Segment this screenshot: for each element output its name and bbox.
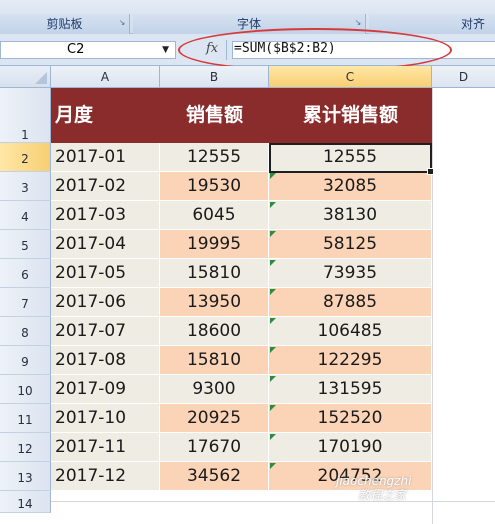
fill-handle[interactable] bbox=[427, 168, 434, 175]
cell-sales[interactable]: 19995 bbox=[160, 230, 269, 259]
column-header-c[interactable]: C bbox=[269, 66, 432, 88]
watermark-line: jiaochengzhi bbox=[336, 474, 412, 488]
worksheet: A B C D 1 2 3 4 5 6 7 8 9 10 11 12 13 14… bbox=[0, 66, 495, 524]
row-header-5[interactable]: 5 bbox=[0, 230, 51, 259]
row-header-1[interactable]: 1 bbox=[0, 88, 51, 143]
cell-cumulative[interactable]: 38130 bbox=[269, 201, 432, 230]
cell-cumulative[interactable]: 106485 bbox=[269, 317, 432, 346]
cell-cumulative[interactable]: 87885 bbox=[269, 288, 432, 317]
active-cell-border bbox=[269, 143, 434, 175]
row-header-11[interactable]: 11 bbox=[0, 404, 51, 433]
row-header-7[interactable]: 7 bbox=[0, 288, 51, 317]
cell-month[interactable]: 2017-04 bbox=[51, 230, 160, 259]
cell-month[interactable]: 2017-01 bbox=[51, 143, 160, 172]
row-header-12[interactable]: 12 bbox=[0, 433, 51, 462]
cell-month[interactable]: 2017-02 bbox=[51, 172, 160, 201]
column-header-d[interactable]: D bbox=[432, 66, 495, 88]
cell-sales[interactable]: 15810 bbox=[160, 346, 269, 375]
dialog-launcher-icon[interactable]: ↘ bbox=[354, 19, 362, 27]
name-box-value: C2 bbox=[67, 42, 85, 57]
cell-cumulative[interactable]: 32085 bbox=[269, 172, 432, 201]
error-indicator-icon[interactable] bbox=[270, 202, 276, 208]
error-indicator-icon[interactable] bbox=[270, 173, 276, 179]
row-header-8[interactable]: 8 bbox=[0, 317, 51, 346]
watermark: jiaochengzhi 教程之家 bbox=[318, 474, 458, 520]
cell-sales[interactable]: 15810 bbox=[160, 259, 269, 288]
cell-sales[interactable]: 18600 bbox=[160, 317, 269, 346]
error-indicator-icon[interactable] bbox=[270, 434, 276, 440]
cell-sales[interactable]: 12555 bbox=[160, 143, 269, 172]
error-indicator-icon[interactable] bbox=[270, 376, 276, 382]
table-header-row: 月度 销售额 累计销售额 bbox=[51, 88, 432, 143]
cell-month[interactable]: 2017-11 bbox=[51, 433, 160, 462]
name-box[interactable]: C2 ▼ bbox=[0, 41, 176, 59]
gridline bbox=[432, 88, 433, 524]
error-indicator-icon[interactable] bbox=[270, 289, 276, 295]
cell-cumulative[interactable]: 58125 bbox=[269, 230, 432, 259]
cell-sales[interactable]: 17670 bbox=[160, 433, 269, 462]
header-cumulative-sales[interactable]: 累计销售额 bbox=[269, 88, 432, 143]
cell-month[interactable]: 2017-10 bbox=[51, 404, 160, 433]
row-header-4[interactable]: 4 bbox=[0, 201, 51, 230]
cell-month[interactable]: 2017-05 bbox=[51, 259, 160, 288]
cell-sales[interactable]: 20925 bbox=[160, 404, 269, 433]
error-indicator-icon[interactable] bbox=[270, 231, 276, 237]
column-header-b[interactable]: B bbox=[160, 66, 269, 88]
cell-sales[interactable]: 9300 bbox=[160, 375, 269, 404]
cell-sales[interactable]: 19530 bbox=[160, 172, 269, 201]
error-indicator-icon[interactable] bbox=[270, 318, 276, 324]
cell-cumulative[interactable]: 73935 bbox=[269, 259, 432, 288]
header-month[interactable]: 月度 bbox=[55, 88, 93, 143]
cell-sales[interactable]: 13950 bbox=[160, 288, 269, 317]
cell-cumulative[interactable]: 152520 bbox=[269, 404, 432, 433]
cell-cumulative[interactable]: 122295 bbox=[269, 346, 432, 375]
cell-month[interactable]: 2017-03 bbox=[51, 201, 160, 230]
row-header-10[interactable]: 10 bbox=[0, 375, 51, 404]
header-sales[interactable]: 销售额 bbox=[160, 88, 269, 143]
error-indicator-icon[interactable] bbox=[270, 405, 276, 411]
row-header-14[interactable]: 14 bbox=[0, 491, 51, 513]
cell-month[interactable]: 2017-09 bbox=[51, 375, 160, 404]
column-header-a[interactable]: A bbox=[51, 66, 160, 88]
ribbon-group-label: 对齐 bbox=[460, 17, 485, 31]
error-indicator-icon[interactable] bbox=[270, 260, 276, 266]
ribbon-group-label: 剪贴板 bbox=[46, 17, 83, 31]
ribbon-group-bar: 剪贴板 ↘ 字体 ↘ 对齐 bbox=[0, 0, 495, 34]
row-header-3[interactable]: 3 bbox=[0, 172, 51, 201]
error-indicator-icon[interactable] bbox=[270, 463, 276, 469]
cell-month[interactable]: 2017-06 bbox=[51, 288, 160, 317]
cell-month[interactable]: 2017-07 bbox=[51, 317, 160, 346]
cell-cumulative[interactable]: 170190 bbox=[269, 433, 432, 462]
error-indicator-icon[interactable] bbox=[270, 347, 276, 353]
cell-month[interactable]: 2017-12 bbox=[51, 462, 160, 491]
row-header-13[interactable]: 13 bbox=[0, 462, 51, 491]
chevron-down-icon[interactable]: ▼ bbox=[162, 42, 169, 58]
select-all-triangle-icon bbox=[35, 72, 47, 84]
row-header-2[interactable]: 2 bbox=[0, 143, 51, 172]
cell-sales[interactable]: 6045 bbox=[160, 201, 269, 230]
dialog-launcher-icon[interactable]: ↘ bbox=[118, 19, 126, 27]
cell-cumulative[interactable]: 131595 bbox=[269, 375, 432, 404]
row-header-6[interactable]: 6 bbox=[0, 259, 51, 288]
ribbon-group-clipboard[interactable]: 剪贴板 ↘ bbox=[0, 14, 130, 34]
select-all-button[interactable] bbox=[0, 66, 51, 88]
row-header-9[interactable]: 9 bbox=[0, 346, 51, 375]
cell-month[interactable]: 2017-08 bbox=[51, 346, 160, 375]
watermark-line: 教程之家 bbox=[358, 488, 407, 502]
cell-sales[interactable]: 34562 bbox=[160, 462, 269, 491]
ribbon-group-label: 字体 bbox=[236, 17, 261, 31]
